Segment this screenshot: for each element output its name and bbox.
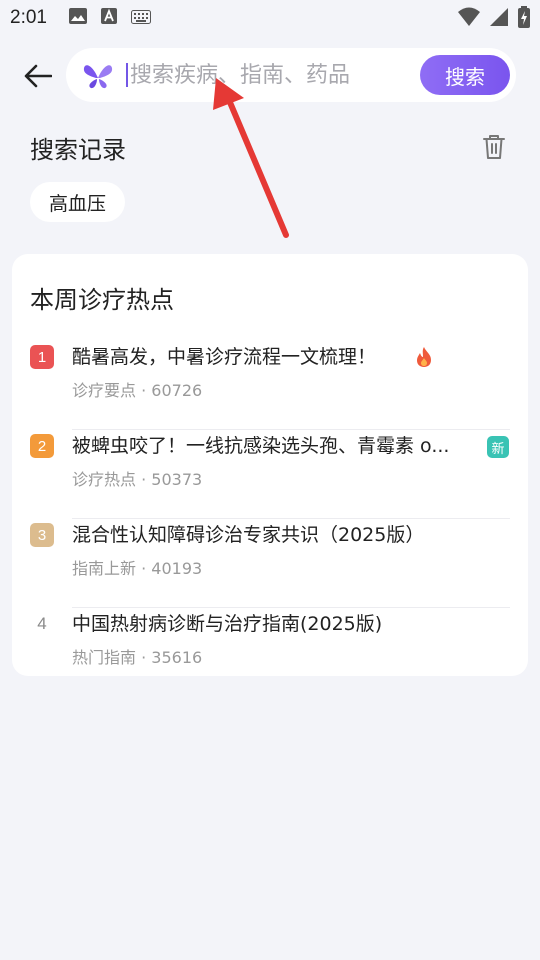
hot-item-meta: 诊疗热点 · 50373: [72, 470, 203, 489]
rank-badge: 2: [30, 434, 54, 458]
history-title: 搜索记录: [30, 136, 126, 164]
hot-item-meta: 指南上新 · 40193: [72, 559, 203, 578]
battery-icon: [518, 6, 530, 32]
rank-badge: 1: [30, 345, 54, 369]
clear-history-button[interactable]: [482, 134, 506, 164]
hot-item-meta: 热门指南 · 35616: [72, 648, 203, 667]
status-time: 2:01: [10, 7, 47, 28]
arrow-left-icon: [24, 64, 52, 88]
hot-item-title: 被蜱虫咬了！一线抗感染选头孢、青霉素 o...: [72, 435, 450, 457]
divider: [72, 429, 510, 430]
font-app-icon: [100, 8, 117, 28]
gallery-icon: [68, 8, 87, 28]
wifi-icon: [458, 7, 480, 31]
signal-icon: [490, 7, 508, 31]
search-input[interactable]: [130, 58, 410, 92]
hot-item-4[interactable]: 4 中国热射病诊断与治疗指南(2025版) 热门指南 · 35616: [30, 609, 510, 697]
history-chip[interactable]: 高血压: [30, 182, 126, 222]
trash-icon: [483, 135, 505, 159]
search-bar: 搜索: [66, 48, 516, 102]
back-button[interactable]: [18, 56, 58, 96]
text-cursor: [126, 63, 128, 87]
hot-item-title: 中国热射病诊断与治疗指南(2025版): [72, 613, 383, 635]
hot-item-3[interactable]: 3 混合性认知障碍诊治专家共识（2025版） 指南上新 · 40193: [30, 520, 510, 608]
hot-topics-card: 本周诊疗热点 1 酷暑高发，中暑诊疗流程一文梳理！ 诊疗要点 · 60726 2…: [12, 254, 528, 676]
butterfly-logo-icon: [82, 60, 114, 94]
fire-icon: [414, 346, 434, 372]
hot-item-meta: 诊疗要点 · 60726: [72, 381, 203, 400]
new-badge: 新: [487, 436, 509, 458]
hot-item-2[interactable]: 2 被蜱虫咬了！一线抗感染选头孢、青霉素 o... 新 诊疗热点 · 50373: [30, 431, 510, 519]
divider: [72, 607, 510, 608]
rank-badge: 3: [30, 523, 54, 547]
hot-item-title: 混合性认知障碍诊治专家共识（2025版）: [72, 524, 425, 546]
status-bar: 2:01: [0, 0, 540, 36]
hot-item-1[interactable]: 1 酷暑高发，中暑诊疗流程一文梳理！ 诊疗要点 · 60726: [30, 342, 510, 430]
rank-badge: 4: [37, 614, 47, 633]
divider: [72, 518, 510, 519]
keyboard-icon: [130, 9, 151, 28]
search-button[interactable]: 搜索: [420, 55, 510, 95]
hot-topics-title: 本周诊疗热点: [30, 286, 174, 314]
